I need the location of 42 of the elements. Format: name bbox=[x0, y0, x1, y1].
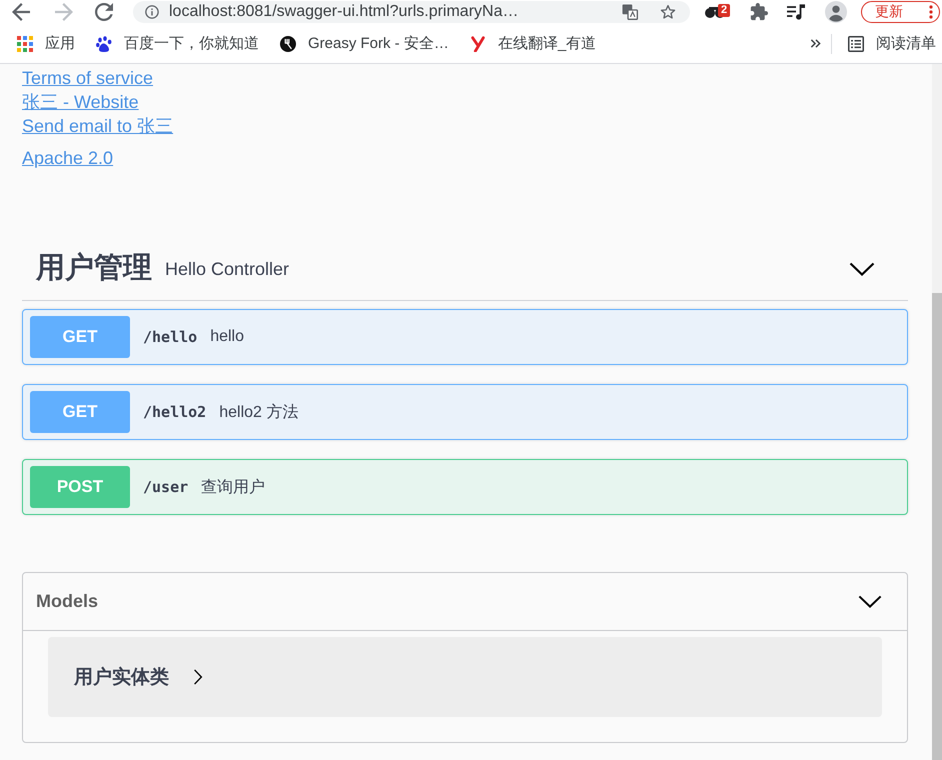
scrollbar-thumb[interactable] bbox=[932, 293, 942, 760]
info-icon[interactable] bbox=[145, 5, 159, 19]
reading-list-button[interactable]: 阅读清单 bbox=[848, 30, 936, 56]
endpoint-summary: hello bbox=[210, 328, 244, 346]
endpoint-summary: hello2 方法 bbox=[219, 402, 298, 422]
reload-icon[interactable] bbox=[95, 3, 113, 21]
double-chevron-icon[interactable] bbox=[810, 38, 821, 49]
bookmark-item[interactable]: 应用 bbox=[17, 30, 75, 56]
update-button[interactable]: 更新 bbox=[861, 1, 940, 23]
chevron-right-icon[interactable] bbox=[193, 669, 203, 685]
method-badge: GET bbox=[30, 391, 130, 433]
operation-row[interactable]: GET /hello hello bbox=[22, 309, 908, 365]
list-icon bbox=[848, 36, 864, 52]
puzzle-icon[interactable] bbox=[750, 3, 768, 21]
operation-row[interactable]: GET /hello2 hello2 方法 bbox=[22, 384, 908, 440]
models-title[interactable]: Models bbox=[36, 591, 98, 612]
method-badge: POST bbox=[30, 466, 130, 508]
menu-icon[interactable] bbox=[929, 5, 933, 19]
endpoint-path: /user bbox=[143, 478, 188, 496]
translate-icon[interactable] bbox=[622, 4, 638, 20]
paw-icon bbox=[96, 36, 112, 52]
bookmark-item[interactable]: 在线翻译_有道 bbox=[470, 30, 596, 56]
apps-grid-icon bbox=[17, 36, 33, 52]
y-shape-icon bbox=[470, 36, 486, 52]
address-field[interactable]: localhost:8081/swagger-ui.html?urls.primaryNa… bbox=[133, 1, 690, 23]
tag-description: Hello Controller bbox=[165, 258, 290, 280]
count-badge: 2 bbox=[718, 4, 730, 17]
fork-icon bbox=[280, 36, 296, 52]
star-icon[interactable] bbox=[660, 4, 676, 20]
bookmark-item[interactable]: Greasy Fork - 安全… bbox=[280, 30, 449, 56]
avatar-icon[interactable] bbox=[825, 1, 847, 23]
tag-name[interactable]: 用户管理 bbox=[36, 253, 152, 285]
method-badge: GET bbox=[30, 316, 130, 358]
endpoint-path: /hello bbox=[143, 328, 198, 346]
music-note-icon[interactable] bbox=[787, 3, 805, 21]
endpoint-path: /hello2 bbox=[143, 403, 206, 421]
bookmark-item[interactable]: 百度一下，你就知道 bbox=[96, 30, 259, 56]
chevron-down-icon[interactable] bbox=[849, 262, 875, 276]
chevron-down-icon[interactable] bbox=[858, 595, 882, 608]
model-item[interactable]: 用户实体类 bbox=[48, 637, 882, 717]
back-arrow-icon[interactable] bbox=[12, 3, 30, 21]
endpoint-summary: 查询用户 bbox=[201, 478, 266, 498]
